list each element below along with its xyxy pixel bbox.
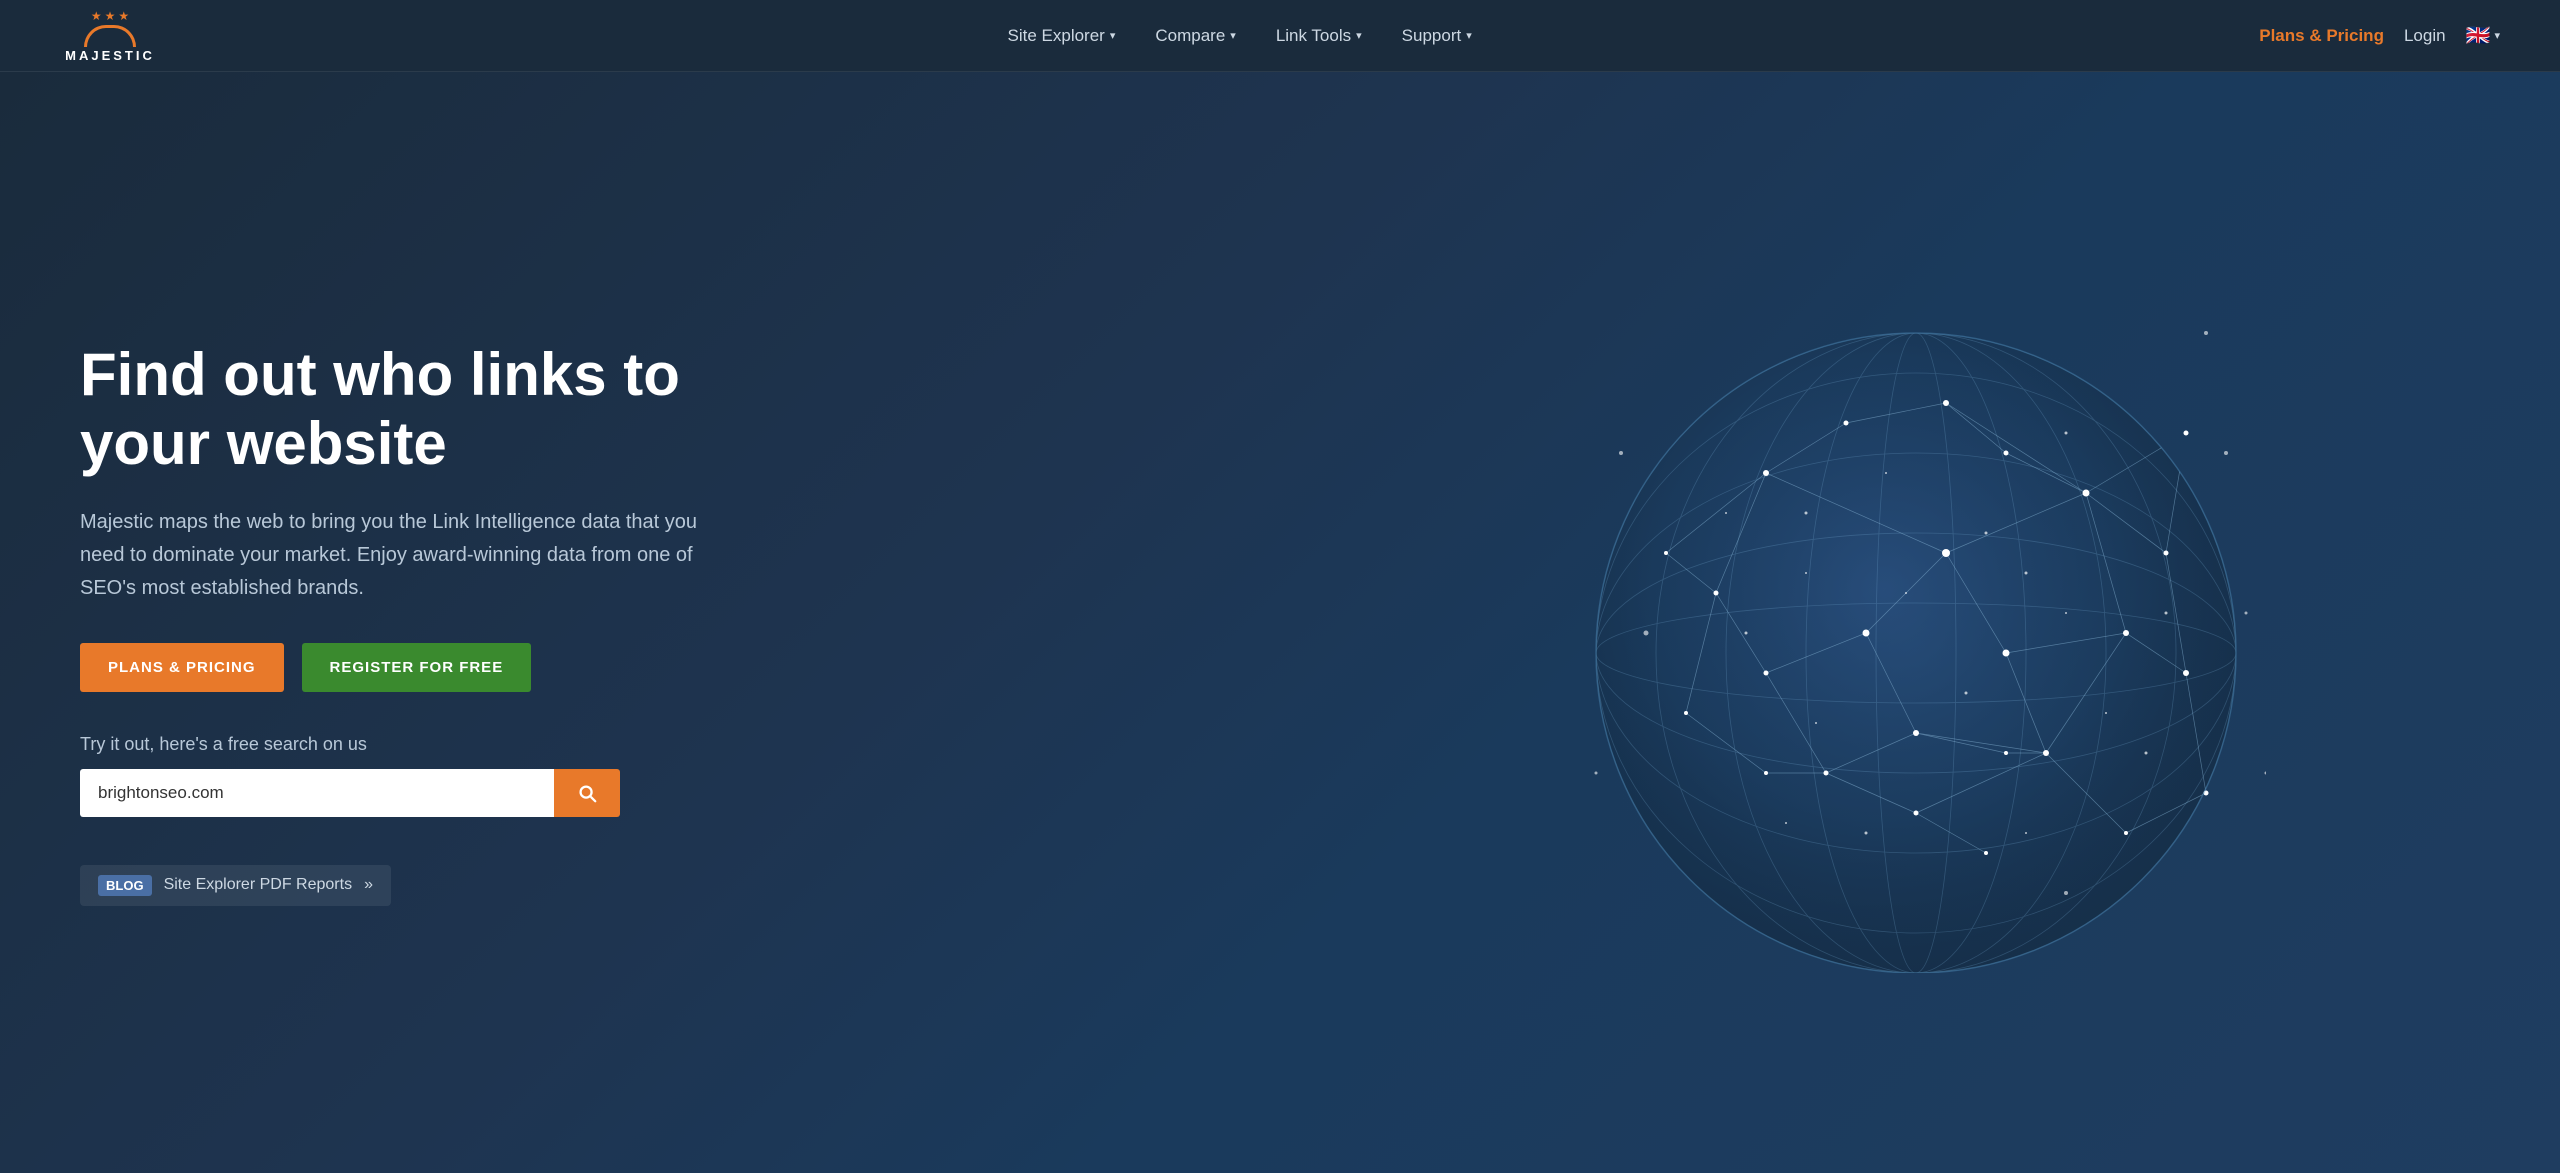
login-link[interactable]: Login <box>2404 26 2446 46</box>
plans-pricing-button[interactable]: PLANS & PRICING <box>80 643 284 692</box>
search-input[interactable] <box>80 769 554 817</box>
search-icon <box>576 782 598 804</box>
nav-support[interactable]: Support ▾ <box>1386 18 1488 54</box>
logo-text: MAJESTIC <box>65 48 155 63</box>
blog-text: Site Explorer PDF Reports <box>164 876 353 894</box>
nav-center: Site Explorer ▾ Compare ▾ Link Tools ▾ S… <box>220 18 2259 54</box>
logo-stars: ★ ★ ★ <box>91 9 129 23</box>
star-2: ★ <box>105 9 116 23</box>
chevron-down-icon: ▾ <box>1110 29 1116 42</box>
logo[interactable]: ★ ★ ★ MAJESTIC <box>60 9 160 63</box>
nav-site-explorer-label: Site Explorer <box>1008 26 1105 46</box>
chevron-down-icon: ▾ <box>1466 29 1472 42</box>
search-button[interactable] <box>554 769 620 817</box>
blog-banner[interactable]: BLOG Site Explorer PDF Reports » <box>80 865 391 906</box>
search-bar <box>80 769 620 817</box>
nav-link-tools-label: Link Tools <box>1276 26 1351 46</box>
navbar: ★ ★ ★ MAJESTIC Site Explorer ▾ Compare ▾… <box>0 0 2560 72</box>
free-search-label: Try it out, here's a free search on us <box>80 734 780 755</box>
globe-svg <box>1566 273 2266 973</box>
blog-arrow-icon: » <box>364 876 373 894</box>
hero-globe <box>1212 72 2560 1173</box>
chevron-down-icon: ▾ <box>1356 29 1362 42</box>
nav-support-label: Support <box>1402 26 1462 46</box>
nav-link-tools[interactable]: Link Tools ▾ <box>1260 18 1378 54</box>
star-1: ★ <box>91 9 102 23</box>
chevron-down-icon: ▾ <box>2494 29 2500 42</box>
hero-title: Find out who links to your website <box>80 340 780 478</box>
logo-arch <box>84 25 136 47</box>
register-free-button[interactable]: REGISTER FOR FREE <box>302 643 532 692</box>
language-selector[interactable]: 🇬🇧 ▾ <box>2466 23 2500 48</box>
nav-compare-label: Compare <box>1155 26 1225 46</box>
nav-right: Plans & Pricing Login 🇬🇧 ▾ <box>2259 23 2500 48</box>
star-3: ★ <box>118 9 129 23</box>
nav-site-explorer[interactable]: Site Explorer ▾ <box>992 18 1132 54</box>
nav-compare[interactable]: Compare ▾ <box>1139 18 1251 54</box>
chevron-down-icon: ▾ <box>1230 29 1236 42</box>
flag-icon: 🇬🇧 <box>2466 23 2491 48</box>
blog-badge: BLOG <box>98 875 152 896</box>
hero-buttons: PLANS & PRICING REGISTER FOR FREE <box>80 643 780 692</box>
hero-section: Find out who links to your website Majes… <box>0 72 2560 1173</box>
hero-description: Majestic maps the web to bring you the L… <box>80 506 700 605</box>
hero-left: Find out who links to your website Majes… <box>80 340 780 906</box>
globe-container <box>1566 273 2266 973</box>
plans-pricing-link[interactable]: Plans & Pricing <box>2259 26 2384 46</box>
